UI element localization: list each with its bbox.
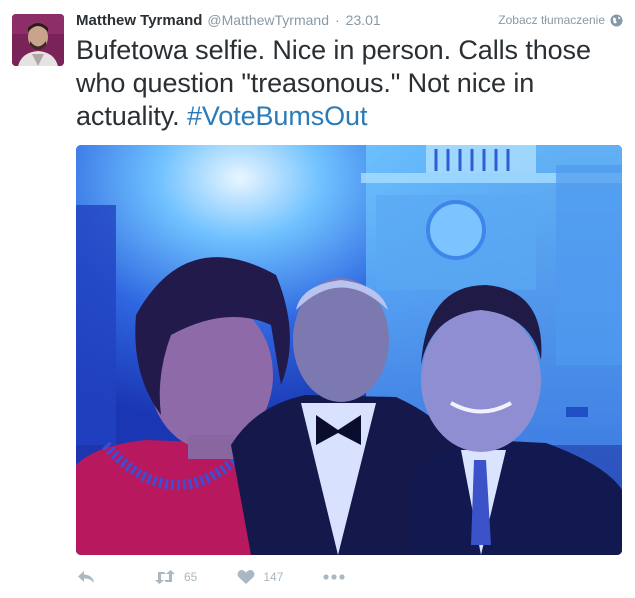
author-handle[interactable]: @MatthewTyrmand <box>207 12 329 28</box>
tweet-text: Bufetowa selfie. Nice in person. Calls t… <box>76 34 624 133</box>
like-count: 147 <box>263 570 284 584</box>
more-icon <box>323 573 345 581</box>
author-name[interactable]: Matthew Tyrmand <box>76 12 202 29</box>
retweet-count: 65 <box>184 570 198 584</box>
retweet-icon <box>154 569 176 585</box>
like-button[interactable]: 147 <box>237 569 283 585</box>
translate-label: Zobacz tłumaczenie <box>498 13 605 27</box>
separator: · <box>335 12 340 28</box>
heart-icon <box>237 569 255 585</box>
tweet-timestamp[interactable]: 23.01 <box>346 12 381 28</box>
reply-icon <box>76 569 96 585</box>
tweet-actions: 65 147 <box>76 566 345 588</box>
reply-button[interactable] <box>76 569 96 585</box>
retweet-button[interactable]: 65 <box>154 569 197 585</box>
tweet-header: Matthew Tyrmand @MatthewTyrmand · 23.01 <box>76 12 381 32</box>
hashtag-link[interactable]: #VoteBumsOut <box>187 101 368 131</box>
tweet: Matthew Tyrmand @MatthewTyrmand · 23.01 … <box>0 0 635 598</box>
tweet-photo[interactable] <box>76 145 622 555</box>
translate-link[interactable]: Zobacz tłumaczenie <box>498 13 623 27</box>
avatar[interactable] <box>12 14 64 66</box>
more-button[interactable] <box>323 573 345 581</box>
globe-icon <box>610 14 623 27</box>
